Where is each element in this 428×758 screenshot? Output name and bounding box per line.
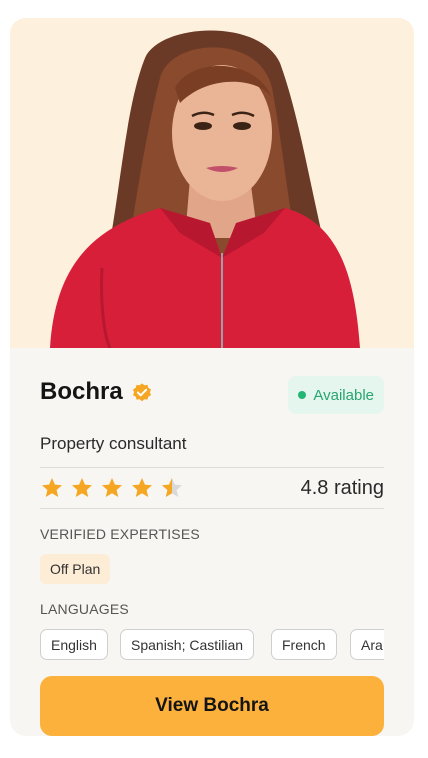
language-chip: Spanish; Castilian (120, 629, 255, 660)
rating-row: 4.8 rating (40, 472, 384, 506)
agent-card[interactable]: Bochra Available Property consultant 4.8… (10, 18, 414, 736)
language-chip: Ara (350, 629, 384, 660)
star-icon (102, 478, 122, 497)
languages-heading: LANGUAGES (40, 601, 129, 617)
expertise-tag: Off Plan (40, 554, 111, 584)
status-dot-icon (298, 391, 307, 399)
star-icon (42, 478, 62, 497)
star-icon (72, 478, 92, 497)
verified-badge-icon (131, 382, 153, 404)
divider (40, 508, 384, 509)
star-rating (40, 476, 184, 500)
name-row: Bochra Available (40, 376, 384, 416)
agent-portrait-image (10, 18, 414, 348)
agent-photo (10, 18, 414, 348)
star-icon (132, 478, 152, 497)
view-agent-button[interactable]: View Bochra (40, 676, 384, 736)
language-chip: French (271, 629, 337, 660)
expertises-heading: VERIFIED EXPERTISES (40, 526, 200, 542)
availability-badge: Available (288, 376, 384, 414)
language-chip: English (40, 629, 108, 660)
divider (40, 467, 384, 468)
half-star-icon (162, 478, 182, 497)
agent-name: Bochra (40, 378, 123, 405)
agent-role: Property consultant (40, 434, 187, 453)
languages-list[interactable]: English Spanish; Castilian French Ara (40, 628, 384, 662)
rating-label: 4.8 rating (300, 477, 384, 499)
availability-label: Available (313, 386, 374, 404)
